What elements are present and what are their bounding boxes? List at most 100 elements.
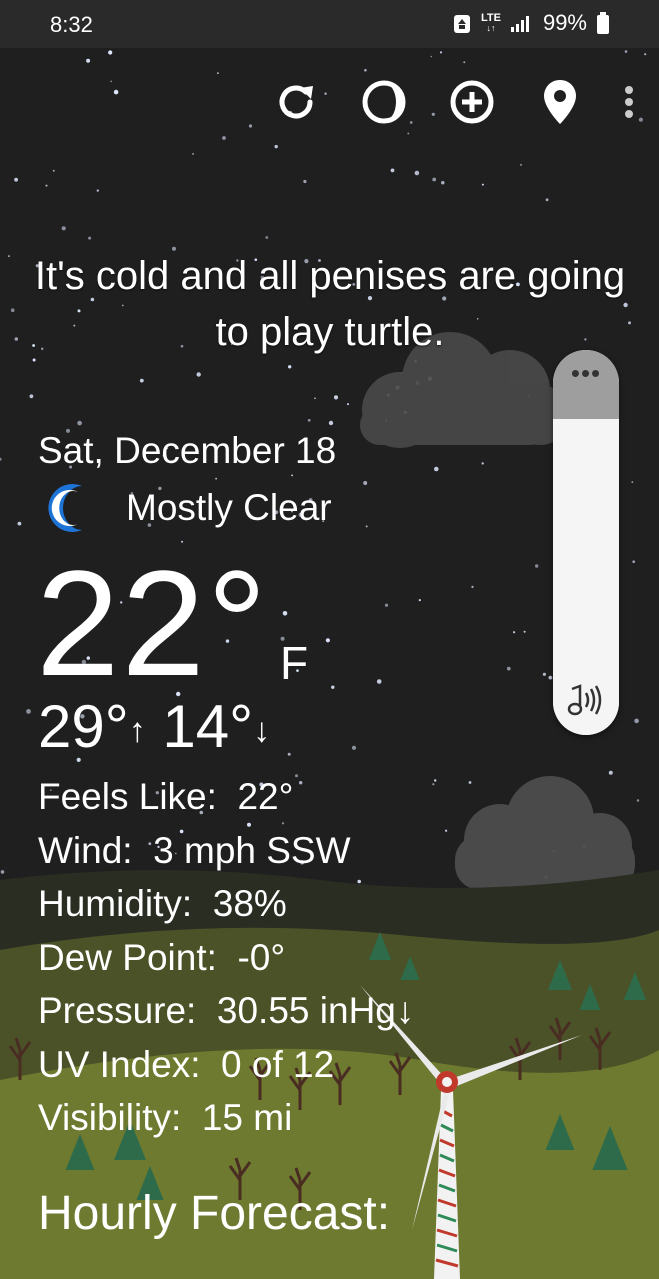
recycle-notification-icon [453,15,470,33]
hourly-forecast-title: Hourly Forecast: [38,1187,391,1240]
current-date: Sat, December 18 [38,430,337,471]
star [390,168,395,173]
current-temperature: 22° [36,539,269,707]
star [291,474,293,477]
signal-icon [510,16,529,32]
star [434,466,439,472]
more-horiz-icon[interactable]: ••• [553,360,619,386]
crescent-moon-icon [48,484,82,532]
star [506,666,511,671]
star [430,55,433,58]
star [632,560,635,563]
star [634,718,639,724]
star [631,481,634,483]
star [624,50,628,53]
low-temp: 14° [162,693,254,760]
star [61,226,66,231]
star [96,189,100,192]
star [287,752,291,756]
music-note-icon[interactable] [564,683,608,719]
star [0,870,5,874]
star [432,783,435,786]
star [519,163,523,166]
star [215,477,218,480]
star [7,255,10,258]
detail-feels-like: Feels Like: 22° [38,776,294,817]
star [523,630,526,633]
battery-percent: 99% [542,10,587,35]
star [376,679,382,684]
detail-visibility: Visibility: 15 mi [38,1097,293,1138]
star [471,585,474,589]
star [307,418,311,422]
star [545,198,549,202]
detail-uv-index: UV Index: 0 of 12 [38,1043,335,1085]
star [328,420,334,426]
add-location-button[interactable] [443,73,501,131]
high-arrow-icon: ↑ [128,711,146,750]
temperature-unit: F [280,637,309,689]
star [418,599,421,602]
network-type: LTE ↓↑ [480,12,501,34]
star [196,372,201,377]
star [468,781,472,784]
star [265,236,269,239]
moon-phase-icon [362,80,406,124]
star [29,394,34,399]
high-low-temps: 29°↑ 14°↓ [38,692,270,761]
detail-humidity: Humidity: 38% [38,883,287,924]
star [351,745,357,750]
star [535,564,539,568]
refresh-icon [279,85,313,119]
location-button[interactable] [531,73,589,131]
star [434,779,437,782]
star [432,177,437,182]
add-circle-icon [450,80,494,124]
star [644,53,647,56]
star [88,236,92,240]
star [638,117,644,122]
more-vert-icon [625,86,633,118]
detail-pressure: Pressure: 30.55 inHg↓ [38,990,415,1031]
condition-row: Mostly Clear [48,482,332,534]
star [363,481,368,485]
star [222,136,226,140]
star [113,89,119,95]
overflow-menu-button[interactable] [619,73,639,131]
battery-icon [597,12,609,34]
star [288,365,292,369]
star [108,50,113,55]
refresh-button[interactable] [267,73,325,131]
star [52,169,55,172]
star [481,462,484,465]
status-bar: 8:32 LTE ↓↑ 99% [0,0,659,48]
star [192,152,195,155]
star [17,521,22,526]
star [548,675,553,680]
volume-slider[interactable]: ••• [553,350,619,735]
status-time: 8:32 [50,12,93,37]
star [347,403,349,406]
star [314,397,316,400]
star [481,183,484,186]
star [439,51,443,54]
action-toolbar [267,72,639,132]
star [86,58,91,63]
weather-snark-headline: It's cold and all penises are going to p… [34,254,626,354]
low-arrow-icon: ↓ [253,711,271,750]
moon-phase-button[interactable] [355,73,413,131]
star [45,184,48,187]
star [217,72,219,74]
star [14,337,18,341]
star [77,420,82,426]
star [303,179,307,184]
location-pin-icon [544,80,576,124]
star [384,603,389,607]
star [331,685,335,689]
star [463,61,466,64]
star [274,144,278,149]
status-icons: LTE ↓↑ 99% [453,10,609,36]
star [333,395,339,400]
star [441,181,445,185]
detail-dew-point: Dew Point: -0° [38,936,286,978]
